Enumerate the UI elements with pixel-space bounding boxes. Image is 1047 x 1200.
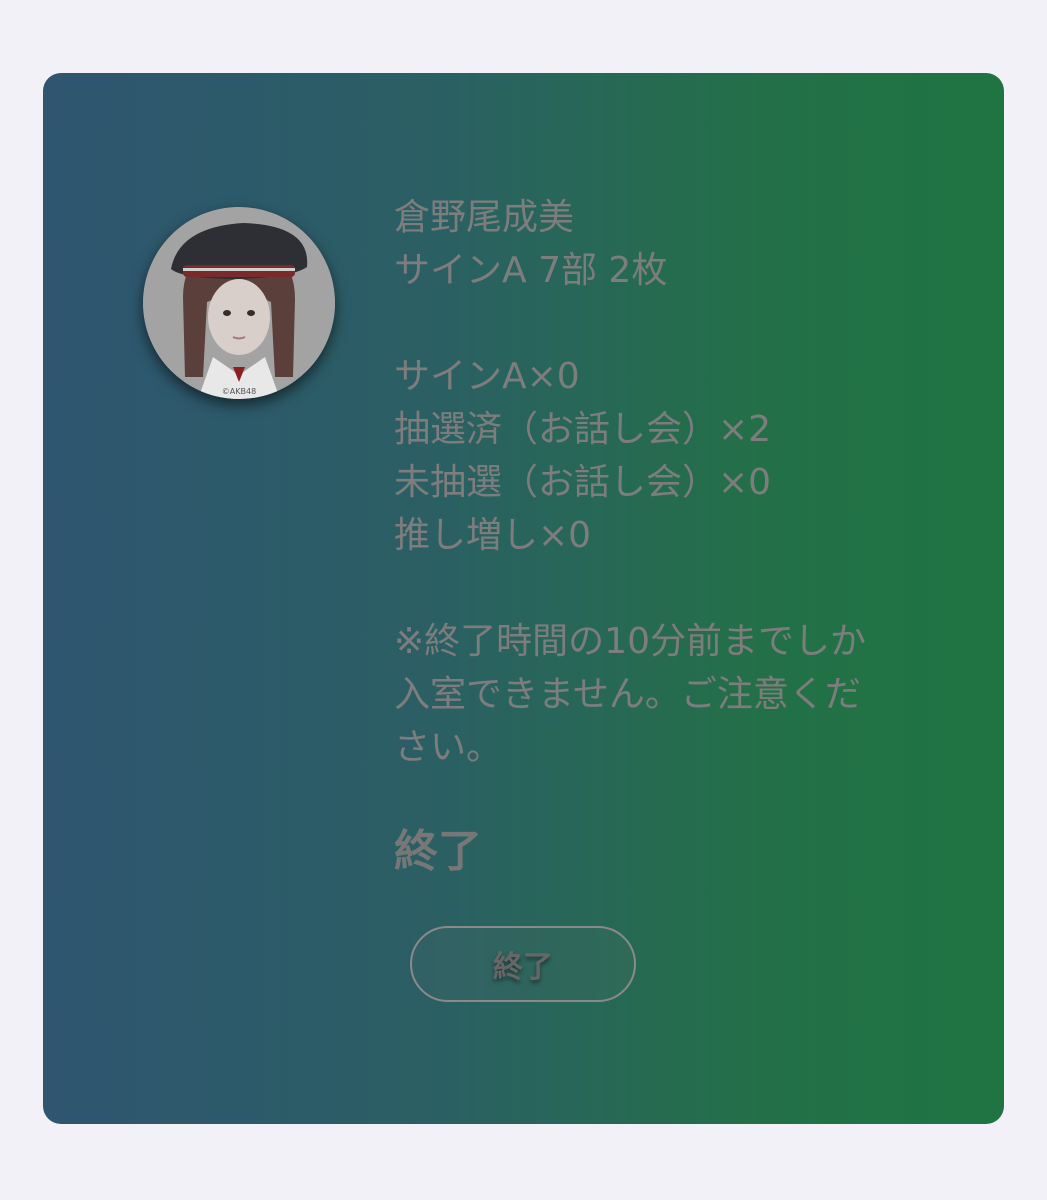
ticket-item: サインA×0 [394, 356, 580, 397]
end-button[interactable]: 終了 [410, 926, 636, 1002]
event-details: 倉野尾成美 サインA 7部 2枚 サインA×0 抽選済（お話し会）×2 未抽選（… [394, 191, 874, 774]
status-label: 終了 [394, 826, 482, 877]
ticket-item: 抽選済（お話し会）×2 [394, 409, 772, 450]
member-avatar: ©AKB48 [143, 207, 335, 399]
entry-notice: ※終了時間の10分前までしか入室できません。ご注意ください。 [394, 621, 866, 768]
photo-credit: ©AKB48 [221, 387, 257, 396]
session-info: サインA 7部 2枚 [394, 250, 668, 291]
member-name: 倉野尾成美 [394, 197, 575, 238]
ticket-item: 推し増し×0 [394, 515, 592, 556]
member-photo [143, 207, 335, 399]
event-card: ©AKB48 倉野尾成美 サインA 7部 2枚 サインA×0 抽選済（お話し会）… [43, 73, 1004, 1124]
ticket-item: 未抽選（お話し会）×0 [394, 462, 772, 503]
